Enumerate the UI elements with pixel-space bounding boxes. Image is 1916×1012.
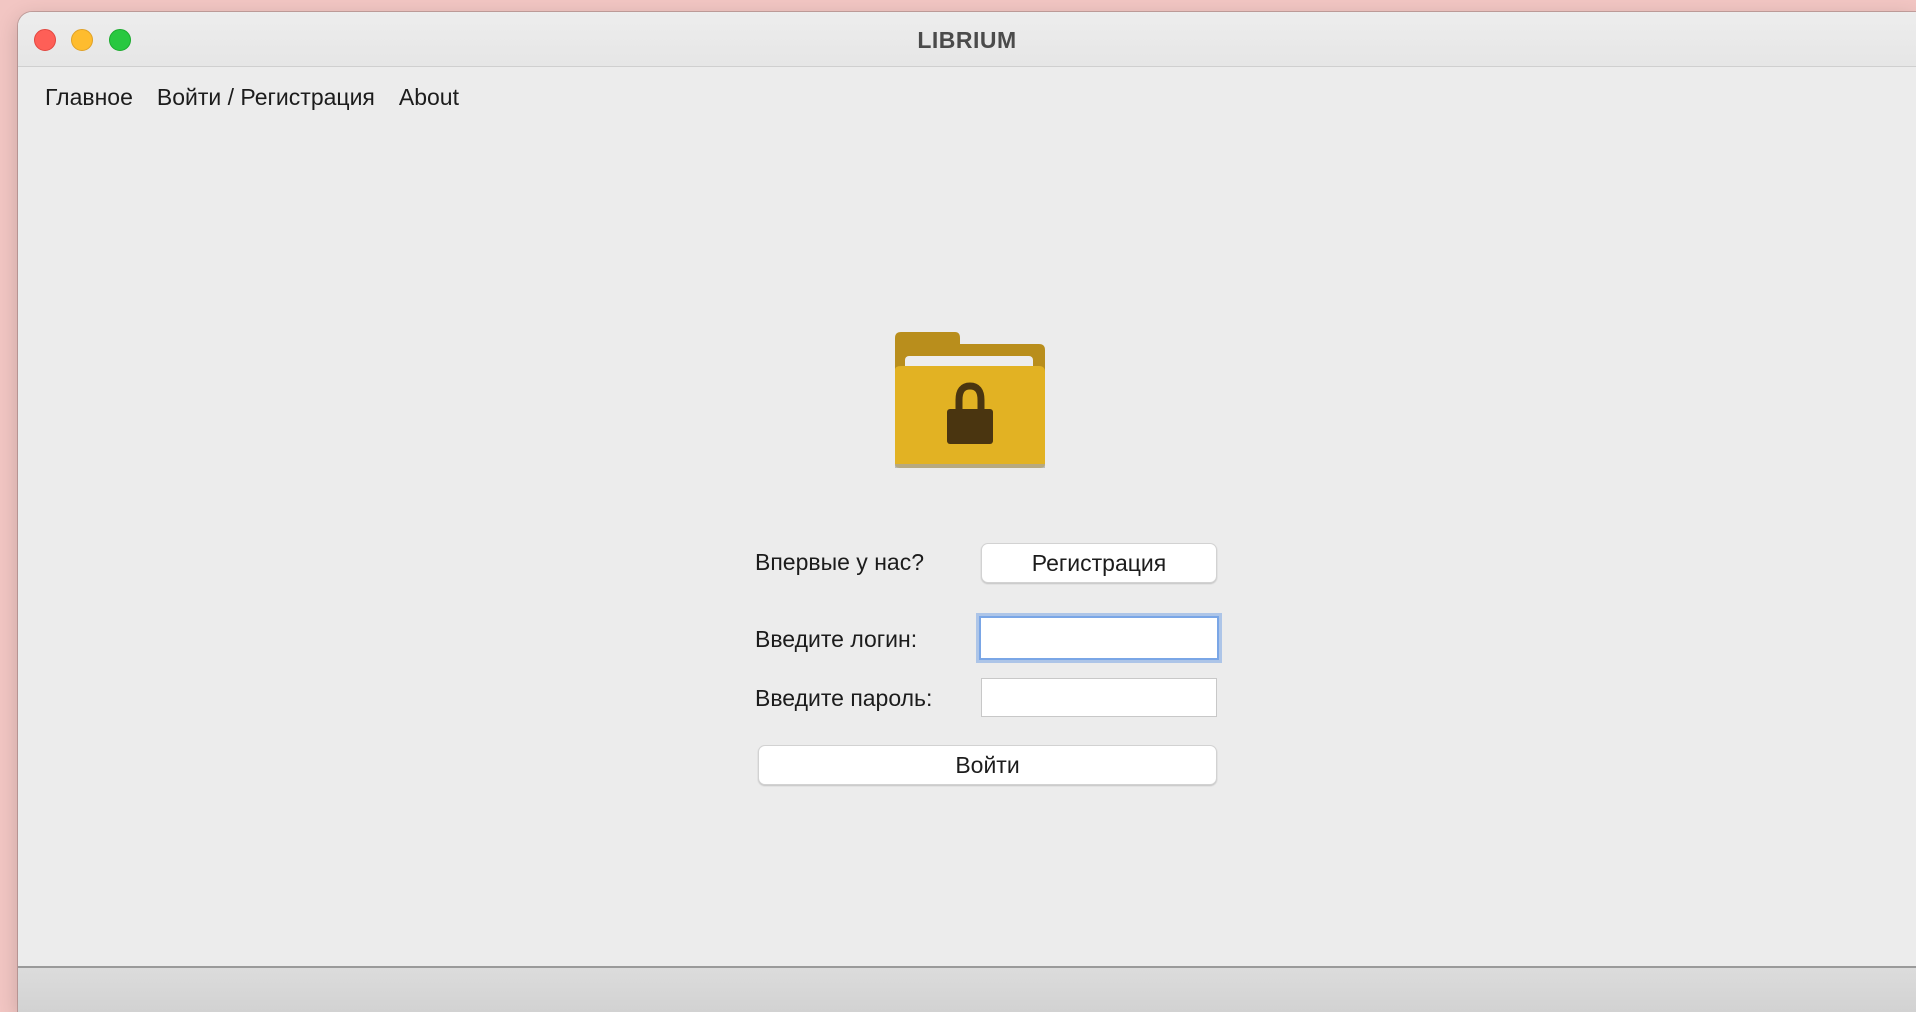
menu-item-login-register[interactable]: Войти / Регистрация bbox=[157, 84, 375, 111]
login-submit-button[interactable]: Войти bbox=[758, 745, 1217, 785]
folder-shadow bbox=[895, 464, 1045, 468]
lock-body bbox=[947, 409, 993, 444]
locked-folder-icon bbox=[895, 332, 1045, 468]
menu-bar: Главное Войти / Регистрация About bbox=[18, 67, 1916, 127]
password-input[interactable] bbox=[981, 678, 1217, 717]
signup-prompt-label: Впервые у нас? bbox=[755, 549, 924, 575]
login-panel bbox=[18, 127, 1916, 979]
login-input[interactable] bbox=[979, 616, 1219, 660]
status-bar bbox=[18, 966, 1916, 1012]
menu-item-main[interactable]: Главное bbox=[45, 84, 133, 111]
window-title: LIBRIUM bbox=[917, 27, 1017, 53]
app-window: LIBRIUM Главное Войти / Регистрация Abou… bbox=[18, 12, 1916, 1012]
login-label: Введите логин: bbox=[755, 626, 918, 652]
title-bar[interactable]: LIBRIUM bbox=[18, 12, 1916, 67]
register-button[interactable]: Регистрация bbox=[981, 543, 1217, 583]
password-label: Введите пароль: bbox=[755, 685, 933, 711]
menu-item-about[interactable]: About bbox=[399, 84, 459, 111]
